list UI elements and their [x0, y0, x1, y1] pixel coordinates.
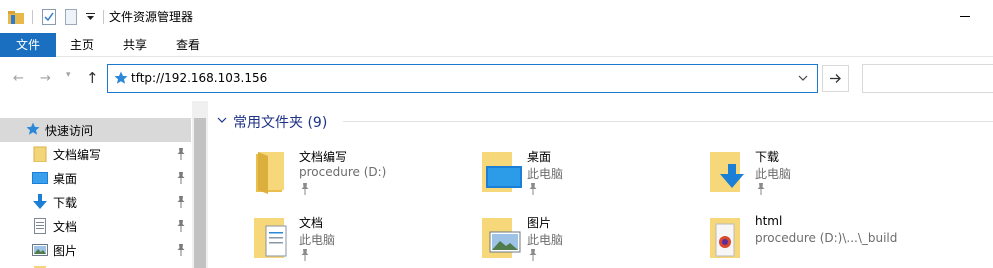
nav-item-label: 下载	[53, 196, 78, 210]
folder-name: 文档	[299, 216, 324, 230]
folder-location: 此电脑	[527, 167, 564, 181]
folder-name: 桌面	[527, 150, 552, 164]
nav-item-doc-writing[interactable]: 文档编写	[0, 142, 191, 166]
forward-arrow-icon[interactable]: →	[40, 71, 51, 86]
pin-icon	[301, 249, 309, 261]
section-title: 常用文件夹 (9)	[233, 115, 328, 131]
nav-item-pictures[interactable]: 图片	[0, 238, 191, 262]
pin-icon	[757, 183, 765, 195]
pictures-folder-icon	[482, 214, 524, 262]
new-folder-icon[interactable]	[63, 8, 79, 26]
downloads-folder-icon	[710, 148, 752, 196]
toolbar-separator	[101, 8, 105, 26]
nav-item-label: 图片	[53, 244, 78, 258]
title-bar: 文件资源管理器	[0, 0, 993, 33]
folder-location: procedure (D:)	[299, 165, 387, 179]
nav-item-label: 文档编写	[53, 148, 102, 162]
explorer-folder-icon[interactable]	[7, 8, 25, 26]
pin-icon	[301, 183, 309, 195]
tab-home[interactable]: 主页	[62, 33, 102, 57]
documents-folder-icon	[254, 214, 296, 262]
ribbon-tabs: 文件 主页 共享 查看	[0, 33, 993, 57]
address-bar[interactable]: tftp://192.168.103.156	[107, 64, 818, 93]
folder-tile-doc-writing[interactable]: 文档编写 procedure (D:)	[254, 148, 474, 206]
address-row: ← → ▾ ↑ tftp://192.168.103.156	[0, 57, 993, 101]
recent-locations-chevron-icon[interactable]: ▾	[66, 70, 71, 80]
folder-tile-downloads[interactable]: 下载 此电脑	[710, 148, 930, 206]
tab-file[interactable]: 文件	[0, 33, 56, 57]
pin-icon[interactable]	[176, 195, 186, 209]
folder-tile-desktop[interactable]: 桌面 此电脑	[482, 148, 702, 206]
back-arrow-icon[interactable]: ←	[13, 71, 24, 86]
window-title: 文件资源管理器	[109, 10, 194, 24]
desktop-folder-icon	[482, 148, 524, 196]
properties-icon[interactable]	[40, 8, 58, 26]
chevron-down-icon[interactable]	[216, 114, 228, 129]
section-divider	[343, 121, 993, 122]
up-arrow-icon[interactable]: ↑	[86, 69, 99, 87]
folder-icon	[32, 146, 48, 163]
address-text[interactable]: tftp://192.168.103.156	[131, 71, 267, 85]
nav-item-label: 文档	[53, 220, 78, 234]
folder-tile-pictures[interactable]: 图片 此电脑	[482, 214, 702, 268]
pin-icon[interactable]	[176, 219, 186, 233]
tab-view[interactable]: 查看	[168, 33, 208, 57]
minimize-button[interactable]	[958, 0, 993, 33]
search-input[interactable]	[862, 64, 993, 93]
quick-access-star-icon	[26, 122, 40, 139]
navigation-pane: 快速访问 文档编写 桌面 下载 文档 图片	[0, 101, 208, 268]
pin-icon	[529, 249, 537, 261]
folder-icon	[254, 148, 296, 196]
folder-name: 文档编写	[299, 150, 348, 164]
folder-location: 此电脑	[527, 233, 564, 247]
quick-access-label: 快速访问	[45, 124, 94, 138]
address-dropdown-icon[interactable]	[794, 69, 812, 87]
pin-icon[interactable]	[176, 147, 186, 161]
pictures-icon	[32, 242, 48, 258]
tab-share[interactable]: 共享	[115, 33, 155, 57]
folder-tile-html[interactable]: html procedure (D:)\...\_build	[710, 214, 930, 268]
folder-location: 此电脑	[299, 233, 336, 247]
nav-item-downloads[interactable]: 下载	[0, 190, 191, 214]
nav-scrollbar-thumb[interactable]	[194, 118, 206, 268]
desktop-icon	[32, 170, 48, 186]
pin-icon[interactable]	[176, 243, 186, 257]
quick-access-header[interactable]: 快速访问	[0, 118, 191, 142]
download-icon	[32, 194, 48, 210]
nav-item-label: 桌面	[53, 172, 78, 186]
go-button[interactable]	[822, 65, 849, 92]
folder-name: html	[755, 214, 783, 228]
folder-location: procedure (D:)\...\_build	[755, 231, 898, 245]
nav-item-partial[interactable]	[0, 262, 191, 268]
folder-location: 此电脑	[755, 167, 792, 181]
pin-icon[interactable]	[176, 171, 186, 185]
customize-dropdown-icon[interactable]	[84, 8, 96, 26]
html-folder-icon	[710, 214, 752, 262]
folder-name: 下载	[755, 150, 780, 164]
folder-tile-documents[interactable]: 文档 此电脑	[254, 214, 474, 268]
documents-icon	[32, 218, 48, 234]
folder-name: 图片	[527, 216, 552, 230]
pin-icon	[529, 183, 537, 195]
nav-item-desktop[interactable]: 桌面	[0, 166, 191, 190]
quick-access-star-icon	[114, 71, 128, 88]
toolbar-separator	[30, 8, 34, 26]
nav-item-documents[interactable]: 文档	[0, 214, 191, 238]
